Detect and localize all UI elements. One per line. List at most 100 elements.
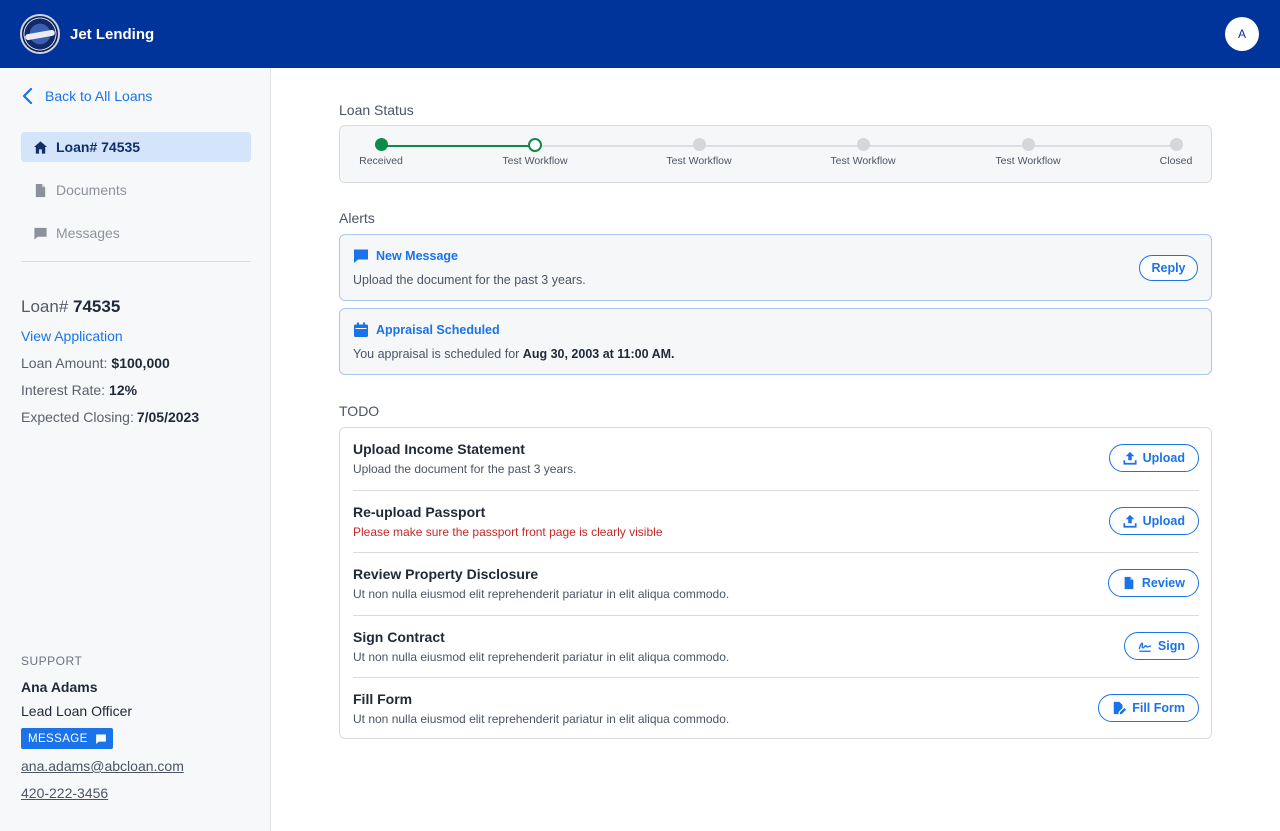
- button-label: Sign: [1157, 638, 1185, 653]
- status-step-current: Test Workflow: [475, 138, 595, 167]
- sidebar-item-loan[interactable]: Loan# 74535: [21, 132, 251, 162]
- message-button-label: MESSAGE: [28, 732, 88, 745]
- status-dot-complete: [374, 138, 388, 151]
- todo-card: Upload Income Statement Upload the docum…: [339, 427, 1212, 739]
- appraisal-text: You appraisal is scheduled for: [353, 347, 523, 361]
- view-application-link[interactable]: View Application: [21, 328, 123, 344]
- loan-heading: Loan# 74535: [21, 297, 120, 317]
- todo-item: Re-upload Passport Please make sure the …: [353, 491, 1199, 553]
- expected-closing-label: Expected Closing:: [21, 409, 134, 425]
- button-label: Upload: [1142, 513, 1185, 528]
- loan-status-title: Loan Status: [339, 102, 414, 118]
- alert-title: New Message: [353, 248, 458, 264]
- todo-item-desc: Ut non nulla eiusmod elit reprehenderit …: [353, 587, 730, 601]
- logo-icon: [20, 14, 60, 54]
- document-icon: [1124, 576, 1134, 590]
- alert-title-label: New Message: [376, 249, 458, 263]
- status-step: Test Workflow: [639, 138, 759, 167]
- alert-appraisal-scheduled: Appraisal Scheduled You appraisal is sch…: [339, 308, 1212, 375]
- back-link-label: Back to All Loans: [45, 88, 153, 104]
- interest-rate-label: Interest Rate:: [21, 382, 106, 398]
- alert-body: Upload the document for the past 3 years…: [353, 273, 586, 287]
- chevron-left-icon: [22, 88, 33, 104]
- sidebar-item-messages[interactable]: Messages: [21, 218, 251, 248]
- button-label: Review: [1141, 576, 1185, 590]
- button-label: Upload: [1142, 451, 1185, 465]
- status-dot-pending: [856, 138, 870, 151]
- todo-item-title: Re-upload Passport: [353, 503, 486, 520]
- loan-number: 74535: [73, 297, 121, 316]
- support-label: SUPPORT: [21, 654, 83, 668]
- upload-icon: [1123, 514, 1137, 528]
- calendar-icon: [354, 322, 368, 337]
- todo-item: Fill Form Ut non nulla eiusmod elit repr…: [353, 678, 1199, 741]
- upload-button[interactable]: Upload: [1108, 444, 1199, 472]
- todo-item-desc: Upload the document for the past 3 years…: [353, 462, 577, 476]
- avatar[interactable]: A: [1225, 17, 1259, 51]
- todo-title: TODO: [339, 403, 380, 419]
- todo-item-title: Sign Contract: [353, 628, 445, 645]
- signature-icon: [1138, 642, 1152, 652]
- todo-item: Review Property Disclosure Ut non nulla …: [353, 553, 1199, 616]
- expected-closing-row: Expected Closing: 7/05/2023: [21, 409, 199, 425]
- appraisal-date: Aug 30, 2003 at 11:00 AM.: [522, 347, 675, 361]
- status-step-label: Test Workflow: [995, 155, 1061, 167]
- upload-button[interactable]: Upload: [1108, 506, 1199, 535]
- sidebar-item-label: Loan# 74535: [56, 139, 141, 155]
- document-icon: [35, 183, 46, 197]
- loan-amount-row: Loan Amount: $100,000: [21, 355, 170, 371]
- todo-item: Upload Income Statement Upload the docum…: [353, 428, 1199, 491]
- alert-new-message: New Message Upload the document for the …: [339, 234, 1212, 301]
- sidebar-item-label: Documents: [56, 182, 127, 198]
- todo-item-title: Upload Income Statement: [353, 441, 525, 457]
- interest-rate-value: 12%: [109, 382, 138, 398]
- chat-icon: [354, 249, 368, 263]
- support-name: Ana Adams: [21, 679, 98, 695]
- status-step: Test Workflow: [968, 138, 1088, 167]
- status-step: Test Workflow: [803, 138, 923, 167]
- alert-body: You appraisal is scheduled for Aug 30, 2…: [353, 347, 675, 361]
- home-icon: [33, 140, 48, 154]
- fill-form-button[interactable]: Fill Form: [1098, 694, 1199, 722]
- status-dot-pending: [1021, 138, 1035, 151]
- sidebar-item-documents[interactable]: Documents: [21, 175, 251, 205]
- todo-item-title: Review Property Disclosure: [353, 566, 539, 582]
- brand[interactable]: Jet Lending: [20, 14, 154, 54]
- chat-icon: [34, 227, 47, 240]
- status-step-label: Received: [359, 155, 403, 167]
- todo-item-warning: Please make sure the passport front page…: [353, 524, 663, 539]
- loan-amount-label: Loan Amount:: [21, 355, 108, 371]
- status-step-closed: Closed: [1116, 138, 1236, 167]
- status-dot-pending: [1169, 138, 1183, 151]
- button-label: Fill Form: [1132, 701, 1185, 715]
- back-to-loans-link[interactable]: Back to All Loans: [21, 88, 152, 104]
- brand-name: Jet Lending: [70, 25, 155, 43]
- status-dot-current: [528, 138, 542, 152]
- chat-icon: [95, 734, 106, 744]
- sidebar-item-label: Messages: [56, 225, 120, 241]
- status-dot-pending: [692, 138, 706, 151]
- message-support-button[interactable]: MESSAGE: [21, 728, 113, 749]
- sidebar-divider: [21, 261, 251, 262]
- status-step-received: Received: [321, 138, 441, 167]
- todo-item-title: Fill Form: [353, 691, 413, 707]
- support-title: Lead Loan Officer: [21, 703, 133, 719]
- support-email-link[interactable]: ana.adams@abcloan.com: [21, 758, 184, 774]
- support-phone-link[interactable]: 420-222-3456: [21, 785, 108, 801]
- todo-item-desc: Ut non nulla eiusmod elit reprehenderit …: [353, 649, 730, 664]
- status-step-label: Test Workflow: [502, 155, 568, 167]
- loan-prefix: Loan#: [21, 297, 69, 316]
- review-button[interactable]: Review: [1107, 569, 1199, 597]
- sign-button[interactable]: Sign: [1123, 631, 1199, 660]
- loan-status-card: Received Test Workflow Test Workflow Tes…: [339, 125, 1212, 183]
- edit-document-icon: [1113, 701, 1127, 715]
- reply-button[interactable]: Reply: [1139, 255, 1198, 281]
- todo-item-desc: Ut non nulla eiusmod elit reprehenderit …: [353, 712, 730, 726]
- alert-title-label: Appraisal Scheduled: [376, 323, 500, 337]
- todo-item: Sign Contract Ut non nulla eiusmod elit …: [353, 616, 1199, 678]
- sidebar: Back to All Loans Loan# 74535 Documents …: [0, 68, 271, 831]
- status-step-label: Test Workflow: [666, 155, 732, 167]
- status-step-label: Test Workflow: [830, 155, 896, 167]
- status-step-label: Closed: [1159, 155, 1193, 167]
- top-bar: Jet Lending A: [0, 0, 1280, 68]
